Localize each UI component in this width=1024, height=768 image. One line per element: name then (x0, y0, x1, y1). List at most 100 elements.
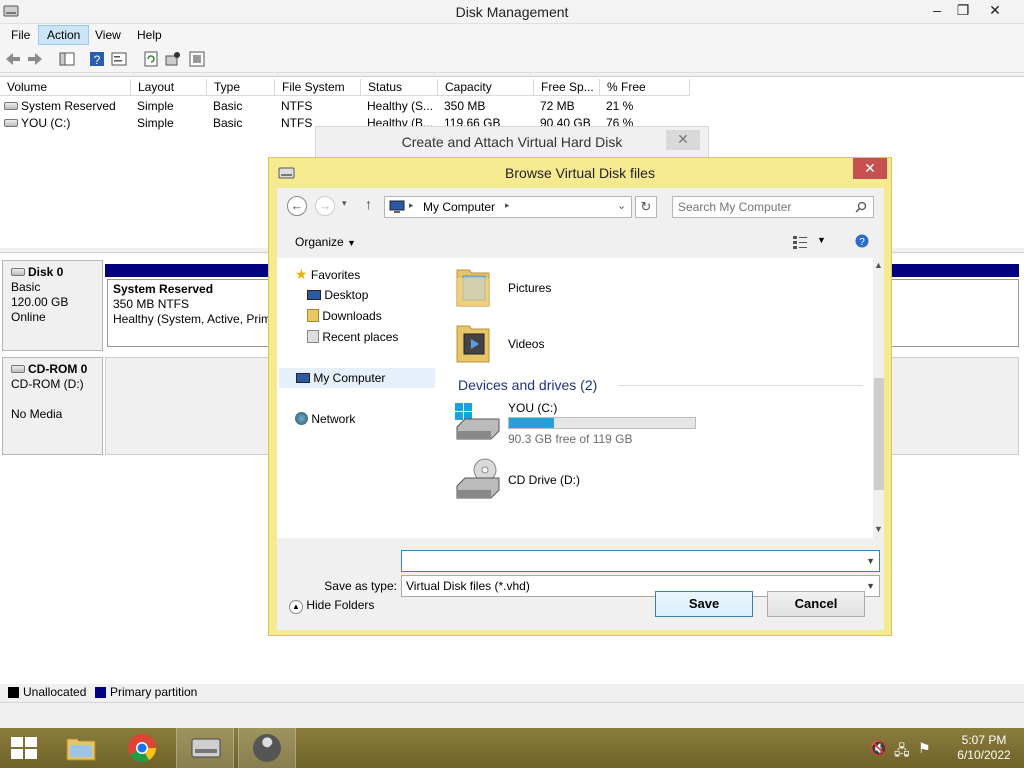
column-header-type[interactable]: Type (207, 79, 275, 96)
search-input[interactable] (678, 199, 848, 215)
unallocated-swatch (8, 687, 19, 698)
network-status-icon[interactable]: 🖧 (894, 740, 910, 764)
column-header-capacity[interactable]: Capacity (438, 79, 534, 96)
properties-icon[interactable] (110, 50, 128, 68)
action-center-icon[interactable]: ⚑ (918, 740, 931, 757)
column-header-percent-free[interactable]: % Free (600, 79, 690, 96)
nav-downloads[interactable]: Downloads (307, 307, 382, 327)
file-name-input[interactable] (406, 552, 879, 570)
nav-desktop[interactable]: Desktop (307, 286, 368, 306)
address-bar[interactable]: ▸ My Computer ▸ ⌄ (384, 196, 632, 218)
downloads-icon (307, 309, 319, 322)
column-header-layout[interactable]: Layout (131, 79, 207, 96)
legend-unallocated: Unallocated (23, 685, 87, 699)
forward-arrow-icon[interactable] (26, 50, 44, 68)
back-button[interactable]: ← (287, 196, 307, 216)
system-clock[interactable]: 5:07 PM 6/10/2022 (952, 733, 1016, 763)
cd-drive-icon (456, 458, 500, 499)
section-divider (618, 385, 863, 386)
computer-icon (389, 200, 405, 213)
cdrom-icon (11, 365, 25, 373)
save-as-type-label: Save as type: (324, 579, 397, 593)
dialog-title: Browse Virtual Disk files (505, 165, 655, 181)
save-button[interactable]: Save (655, 591, 753, 617)
pictures-folder-icon (456, 269, 490, 307)
back-arrow-icon[interactable] (4, 50, 22, 68)
menu-file[interactable]: File (2, 25, 39, 45)
title-bar: Disk Management – ❐ ✕ (0, 0, 1024, 24)
disk-icon (11, 268, 25, 276)
disk-management-icon (191, 738, 221, 758)
refresh-icon[interactable] (142, 50, 160, 68)
address-location[interactable]: My Computer (423, 200, 495, 214)
recent-places-icon (307, 330, 319, 343)
change-view-icon[interactable] (792, 234, 808, 250)
show-hide-tree-icon[interactable] (58, 50, 76, 68)
windows-start-icon[interactable] (11, 737, 37, 759)
view-dropdown-icon[interactable]: ▼ (817, 235, 826, 245)
folder-icon (66, 738, 96, 761)
disk-0-info[interactable]: Disk 0 Basic 120.00 GB Online (2, 260, 103, 351)
drive-usage-fill (509, 418, 554, 428)
file-pane-scrollbar[interactable]: ▲ ▼ (873, 258, 884, 538)
tools-taskbar-button[interactable] (238, 728, 296, 768)
file-explorer-taskbar-button[interactable] (52, 728, 110, 768)
help-icon[interactable]: ? (88, 50, 106, 68)
help-icon[interactable]: ? (855, 234, 869, 248)
address-dropdown-icon[interactable]: ⌄ (617, 199, 626, 212)
organize-button[interactable]: Organize ▼ (295, 235, 356, 249)
menu-view[interactable]: View (86, 25, 130, 45)
recent-locations-icon[interactable]: ▾ (342, 198, 347, 209)
wrench-icon (253, 734, 281, 762)
hard-drive-icon (455, 403, 500, 440)
column-header-volume[interactable]: Volume (0, 79, 131, 96)
up-arrow-icon[interactable]: ↑ (365, 196, 372, 212)
settings-icon[interactable] (188, 50, 206, 68)
menu-bar: File Action View Help (0, 24, 1024, 45)
dialog-close-button[interactable]: ✕ (853, 158, 887, 179)
menu-help[interactable]: Help (128, 25, 171, 45)
restore-button[interactable]: ❐ (948, 0, 978, 22)
file-name-dropdown-icon[interactable]: ▼ (866, 551, 875, 571)
file-name-field[interactable]: ▼ (401, 550, 880, 572)
rescan-disks-icon[interactable] (164, 50, 182, 68)
disk-management-taskbar-button[interactable] (176, 728, 234, 768)
cdrom-0-info[interactable]: CD-ROM 0 CD-ROM (D:) No Media (2, 357, 103, 455)
primary-partition-swatch (95, 687, 106, 698)
close-window-button[interactable]: ✕ (980, 0, 1010, 22)
star-icon: ★ (295, 266, 308, 282)
nav-network[interactable]: Network (295, 410, 355, 430)
chrome-taskbar-button[interactable] (114, 728, 172, 768)
column-header-file-system[interactable]: File System (275, 79, 361, 96)
refresh-button[interactable]: ↻ (635, 196, 657, 218)
forward-button[interactable]: → (315, 196, 335, 216)
column-header-free-space[interactable]: Free Sp... (534, 79, 600, 96)
cancel-button[interactable]: Cancel (767, 591, 865, 617)
volume-muted-icon[interactable]: 🔇 (870, 740, 887, 757)
window-title: Disk Management (455, 4, 569, 20)
scroll-up-icon[interactable]: ▲ (874, 260, 883, 270)
devices-drives-header[interactable]: Devices and drives (2) (458, 377, 597, 393)
scroll-thumb[interactable] (874, 378, 884, 490)
menu-action[interactable]: Action (38, 25, 90, 45)
browse-virtual-disk-dialog: Browse Virtual Disk files ✕ ← → ▾ ↑ ▸ My… (268, 157, 892, 636)
dialog-body: ← → ▾ ↑ ▸ My Computer ▸ ⌄ ↻ Organize ▼ (277, 188, 884, 630)
nav-recent-places[interactable]: Recent places (307, 328, 398, 348)
hide-folders-button[interactable]: ▲ Hide Folders (289, 598, 374, 614)
partition-you-c[interactable] (886, 279, 1019, 347)
svg-text:?: ? (859, 237, 865, 248)
save-as-type-dropdown-icon[interactable]: ▼ (866, 576, 875, 596)
create-attach-vhd-close-button[interactable]: ✕ (666, 130, 700, 150)
videos-folder-icon (456, 325, 490, 363)
column-header-status[interactable]: Status (361, 79, 438, 96)
search-box[interactable] (672, 196, 874, 218)
nav-favorites[interactable]: ★ Favorites (295, 265, 360, 285)
search-icon[interactable] (855, 201, 867, 213)
legend: Unallocated Primary partition (0, 684, 1024, 702)
desktop-icon (307, 290, 321, 300)
chrome-icon (128, 734, 156, 762)
nav-my-computer[interactable]: My Computer (279, 368, 435, 388)
volume-icon (4, 102, 18, 110)
taskbar: 🔇 🖧 ⚑ 5:07 PM 6/10/2022 (0, 728, 1024, 768)
scroll-down-icon[interactable]: ▼ (874, 524, 883, 534)
